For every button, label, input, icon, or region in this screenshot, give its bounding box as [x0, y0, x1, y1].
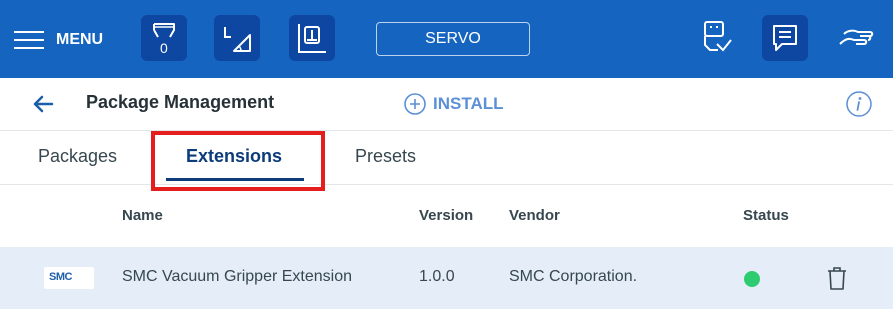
tab-bar: Packages Extensions Presets — [0, 130, 893, 185]
menu-icon — [14, 29, 44, 51]
menu-button[interactable]: MENU — [14, 22, 103, 58]
install-button[interactable]: INSTALL — [403, 91, 504, 117]
info-icon[interactable] — [845, 90, 873, 118]
message-icon — [773, 25, 797, 51]
tab-presets[interactable]: Presets — [355, 146, 416, 167]
extension-name: SMC Vacuum Gripper Extension — [122, 268, 353, 285]
angle-button[interactable] — [214, 15, 260, 61]
column-header-status: Status — [743, 207, 789, 224]
smc-logo: SMC — [44, 267, 94, 289]
angle-icon — [224, 27, 251, 52]
extension-vendor: SMC Corporation. — [509, 268, 638, 285]
extension-version: 1.0.0 — [419, 268, 455, 285]
menu-label: MENU — [56, 31, 104, 48]
status-indicator — [744, 271, 760, 287]
hand-guide-button[interactable] — [836, 18, 876, 58]
usb-icon — [704, 21, 732, 52]
trash-icon[interactable] — [824, 264, 850, 292]
page-header: Package Management INSTALL — [0, 78, 893, 131]
top-bar: MENU 0 SERVO — [0, 0, 893, 78]
usb-button[interactable] — [697, 18, 737, 58]
column-header-version: Version — [419, 207, 474, 224]
hand-guide-icon — [839, 29, 874, 45]
back-arrow-icon[interactable] — [30, 92, 56, 116]
table-row[interactable]: SMC SMC Vacuum Gripper Extension 1.0.0 S… — [0, 247, 893, 309]
page-title: Package Management — [86, 92, 275, 112]
frame-icon — [298, 24, 326, 53]
tab-packages[interactable]: Packages — [38, 146, 117, 167]
message-button[interactable] — [762, 15, 808, 61]
gripper-counter: 0 — [160, 40, 168, 56]
gripper-counter-button[interactable]: 0 — [141, 15, 187, 61]
logo-text: SMC — [49, 271, 72, 283]
install-label: INSTALL — [433, 94, 504, 113]
column-header-vendor: Vendor — [509, 207, 560, 224]
highlight-box — [151, 131, 325, 191]
frame-button[interactable] — [289, 15, 335, 61]
column-header-name: Name — [122, 207, 163, 224]
servo-button[interactable]: SERVO — [376, 22, 530, 56]
plus-circle-icon — [404, 93, 426, 115]
